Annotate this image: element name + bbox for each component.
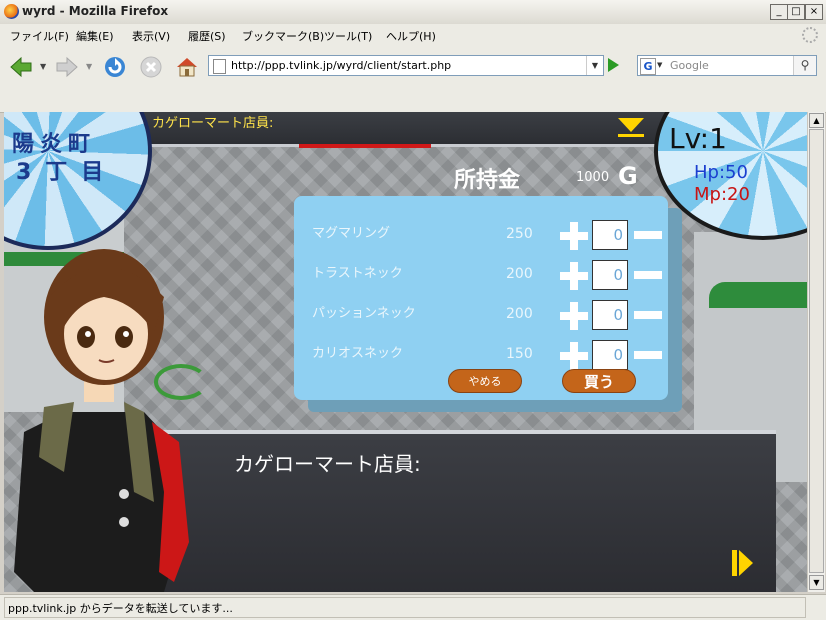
menu-bookmarks[interactable]: ブックマーク(B) — [242, 28, 324, 44]
menu-tools[interactable]: ツール(T) — [324, 28, 372, 44]
minus-icon[interactable] — [634, 351, 662, 359]
plus-icon[interactable] — [560, 302, 588, 330]
firefox-icon — [4, 4, 19, 19]
search-engine-icon[interactable]: G — [640, 58, 656, 75]
bookmarks-toolbar — [0, 86, 826, 113]
top-speaker-name: カゲローマート店員: — [152, 116, 274, 131]
shop-item-row: カリオスネック 150 0 — [294, 336, 668, 372]
window-titlebar: wyrd - Mozilla Firefox _ □ × — [0, 0, 826, 25]
menu-view[interactable]: 表示(V) — [132, 28, 170, 44]
buy-button[interactable]: 買う — [562, 369, 636, 393]
menu-bar: ファイル(F) 編集(E) 表示(V) 履歴(S) ブックマーク(B) ツール(… — [0, 24, 826, 46]
search-magnifier-icon[interactable]: ⚲ — [793, 56, 816, 75]
plus-icon[interactable] — [560, 342, 588, 370]
shop-item-row: パッションネック 200 0 — [294, 296, 668, 332]
speaker-bar: カゲローマート店員: — [134, 112, 674, 147]
shop-item-row: トラストネック 200 0 — [294, 256, 668, 292]
quantity-field[interactable]: 0 — [592, 220, 628, 250]
green-awning — [709, 282, 807, 308]
menu-history[interactable]: 履歴(S) — [188, 28, 226, 44]
stop-icon[interactable] — [138, 54, 164, 80]
quantity-field[interactable]: 0 — [592, 260, 628, 290]
close-button[interactable]: × — [805, 4, 823, 20]
item-name: マグマリング — [312, 226, 391, 241]
url-bar[interactable]: http://ppp.tvlink.jp/wyrd/client/start.p… — [208, 55, 604, 76]
navigation-toolbar: ▼ ▼ http://ppp.tvlink.jp/wyrd/client/sta… — [0, 46, 826, 86]
menu-file[interactable]: ファイル(F) — [10, 28, 69, 44]
item-name: トラストネック — [312, 266, 403, 281]
status-text: ppp.tvlink.jp からデータを転送しています... — [8, 602, 233, 615]
menu-triangle-icon[interactable] — [618, 118, 644, 132]
back-arrow-icon[interactable] — [8, 54, 34, 80]
page-viewport: カゲローマート店員: 陽炎町 3丁目 Lv:1 Hp:50 Mp:20 所持金 … — [4, 112, 807, 592]
maximize-button[interactable]: □ — [787, 4, 805, 20]
level-text: Lv:1 — [669, 122, 727, 155]
search-input[interactable]: Google — [670, 59, 709, 72]
page-icon — [213, 59, 226, 74]
mp-text: Mp:20 — [694, 184, 750, 205]
minimize-button[interactable]: _ — [770, 4, 788, 20]
shop-item-row: マグマリング 250 0 — [294, 216, 668, 252]
location-line-2: 3丁目 — [16, 160, 118, 185]
forward-dropdown-icon[interactable]: ▼ — [86, 62, 92, 71]
scroll-up-icon[interactable]: ▲ — [809, 113, 824, 128]
money-label: 所持金 — [454, 168, 521, 193]
cancel-button[interactable]: やめる — [448, 369, 522, 393]
url-text[interactable]: http://ppp.tvlink.jp/wyrd/client/start.p… — [231, 59, 451, 72]
minus-icon[interactable] — [634, 231, 662, 239]
throbber-icon — [802, 27, 818, 43]
plus-icon[interactable] — [560, 222, 588, 250]
back-dropdown-icon[interactable]: ▼ — [40, 62, 46, 71]
item-price: 250 — [506, 226, 533, 242]
next-arrow-icon[interactable] — [732, 550, 754, 576]
dialog-speaker-name: カゲローマート店員: — [234, 452, 421, 476]
url-dropdown-icon[interactable]: ▼ — [586, 56, 603, 75]
item-price: 200 — [506, 306, 533, 322]
quantity-field[interactable]: 0 — [592, 300, 628, 330]
quantity-field[interactable]: 0 — [592, 340, 628, 370]
money-value: 1000 — [576, 170, 610, 185]
minus-icon[interactable] — [634, 311, 662, 319]
shopkeeper-character — [14, 249, 189, 592]
vertical-scrollbar[interactable]: ▲ ▼ — [807, 112, 825, 592]
item-price: 200 — [506, 266, 533, 282]
forward-arrow-icon[interactable] — [54, 54, 80, 80]
minus-icon[interactable] — [634, 271, 662, 279]
menu-triangle-underline — [618, 134, 644, 137]
search-box[interactable]: G ▼ Google ⚲ — [637, 55, 817, 76]
plus-icon[interactable] — [560, 262, 588, 290]
item-name: パッションネック — [312, 306, 416, 321]
search-engine-dropdown-icon[interactable]: ▼ — [657, 61, 662, 69]
npc-health-bar — [299, 144, 431, 148]
hp-text: Hp:50 — [694, 162, 748, 183]
item-name: カリオスネック — [312, 346, 404, 361]
scroll-thumb[interactable] — [809, 129, 824, 573]
money-unit: G — [618, 162, 638, 190]
scroll-down-icon[interactable]: ▼ — [809, 575, 824, 590]
home-icon[interactable] — [174, 54, 200, 80]
reload-icon[interactable] — [102, 54, 128, 80]
menu-edit[interactable]: 編集(E) — [76, 28, 114, 44]
menu-help[interactable]: ヘルプ(H) — [386, 28, 436, 44]
go-arrow-icon[interactable] — [608, 58, 619, 72]
window-title: wyrd - Mozilla Firefox — [22, 4, 169, 18]
status-bar: ppp.tvlink.jp からデータを転送しています... — [0, 594, 826, 620]
shop-panel: マグマリング 250 0 トラストネック 200 0 パッションネック 200 … — [294, 196, 668, 400]
item-price: 150 — [506, 346, 533, 362]
